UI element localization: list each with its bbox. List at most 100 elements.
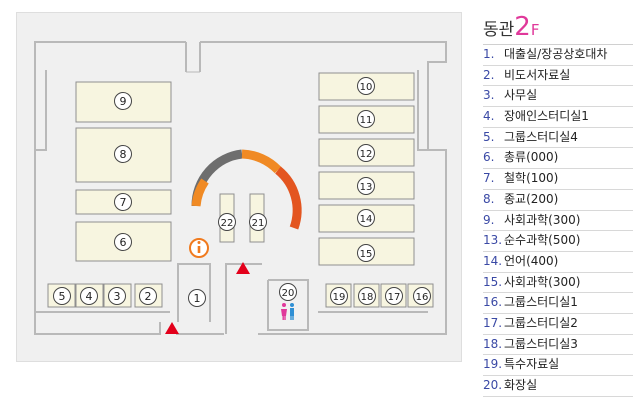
room-number: 6: [120, 236, 127, 249]
legend-number: 16.: [483, 295, 503, 310]
legend-item[interactable]: 8. 종교(200): [483, 190, 633, 211]
legend-label: 언어(400): [504, 253, 559, 268]
legend-label: 사무실: [504, 88, 538, 103]
room-number: 5: [59, 290, 66, 303]
building-name: 동관: [483, 20, 515, 40]
room-number: 3: [114, 290, 121, 303]
entrance-triangle-icon: [165, 322, 179, 334]
room-18[interactable]: 18: [353, 283, 380, 308]
legend-label: 철학(100): [504, 171, 559, 186]
room-6[interactable]: 6: [75, 221, 172, 262]
room-number: 20: [282, 288, 295, 299]
room-9[interactable]: 9: [75, 81, 172, 123]
room-number: 2: [145, 290, 152, 303]
info-icon: [189, 238, 209, 258]
room-16[interactable]: 16: [407, 283, 434, 308]
legend-label: 그룹스터디실2: [504, 315, 578, 330]
room-21[interactable]: 21: [249, 193, 267, 243]
legend-number: 17.: [483, 315, 503, 330]
room-number: 21: [252, 218, 265, 229]
room-number: 18: [361, 292, 374, 303]
room-8[interactable]: 8: [75, 127, 172, 183]
wall-inner-left: [35, 70, 47, 151]
legend-label: 특수자료실: [504, 357, 560, 372]
legend-item[interactable]: 1. 대출실/장공상호대차: [483, 45, 633, 66]
legend-number: 20.: [483, 378, 503, 392]
room-11[interactable]: 11: [318, 105, 415, 134]
legend-item[interactable]: 5. 그룹스터디실4: [483, 128, 633, 149]
legend-number: 1.: [483, 47, 495, 61]
room-number: 19: [333, 292, 346, 303]
room-1[interactable]: 1: [188, 289, 206, 307]
room-number: 14: [360, 214, 373, 225]
legend-number: 18.: [483, 336, 503, 351]
legend-list: 1. 대출실/장공상호대차 2. 비도서자료실 3. 사무실 4. 장애인스터디실1 5…: [483, 44, 633, 397]
floor-number: 2: [514, 12, 531, 42]
room-14[interactable]: 14: [318, 204, 415, 233]
legend-number: 14.: [483, 253, 503, 268]
legend-number: 3.: [483, 88, 495, 103]
room-number: 13: [360, 182, 373, 193]
legend-label: 사회과학(300): [504, 274, 581, 289]
legend-label: 종교(200): [504, 191, 559, 206]
room-19[interactable]: 19: [325, 283, 352, 308]
legend-label: 그룹스터디실3: [504, 336, 578, 351]
legend-number: 7.: [483, 171, 495, 186]
legend-label: 비도서자료실: [504, 67, 571, 82]
floor-suffix: F: [530, 21, 540, 39]
room-17[interactable]: 17: [380, 283, 407, 308]
room-3[interactable]: 3: [103, 283, 132, 308]
legend-number: 6.: [483, 150, 495, 165]
legend-item[interactable]: 16. 그룹스터디실1: [483, 293, 633, 314]
legend-item[interactable]: 15. 사회과학(300): [483, 273, 633, 294]
legend-item[interactable]: 19. 특수자료실: [483, 355, 633, 376]
legend-title: 동관2F: [483, 10, 633, 44]
legend-item[interactable]: 13. 순수과학(500): [483, 231, 633, 252]
legend-item[interactable]: 18. 그룹스터디실3: [483, 335, 633, 356]
legend-item[interactable]: 4. 장애인스터디실1: [483, 107, 633, 128]
room-13[interactable]: 13: [318, 171, 415, 200]
room-number: 11: [360, 115, 373, 126]
room-22[interactable]: 22: [218, 193, 236, 243]
room-number: 12: [360, 149, 373, 160]
room-20[interactable]: 20: [279, 283, 297, 301]
restroom-icon: [281, 303, 294, 320]
legend-item[interactable]: 20. 화장실: [483, 376, 633, 397]
room-number: 16: [416, 292, 429, 303]
legend-number: 15.: [483, 274, 503, 289]
room-5[interactable]: 5: [47, 283, 76, 308]
legend-item[interactable]: 14. 언어(400): [483, 252, 633, 273]
arc-red-segment: [275, 166, 302, 230]
room-number: 22: [221, 218, 234, 229]
room-number: 8: [120, 148, 127, 161]
room-15[interactable]: 15: [318, 237, 415, 266]
legend-label: 순수과학(500): [504, 233, 581, 248]
legend-item[interactable]: 3. 사무실: [483, 86, 633, 108]
legend-label: 장애인스터디실1: [504, 109, 589, 124]
room-number: 7: [120, 196, 127, 209]
room-number: 17: [388, 292, 401, 303]
legend-number: 2.: [483, 67, 495, 82]
legend-label: 그룹스터디실4: [504, 129, 578, 144]
legend-item[interactable]: 6. 총류(000): [483, 148, 633, 170]
legend-number: 13.: [483, 233, 503, 248]
room-number: 9: [120, 95, 127, 108]
legend-item[interactable]: 9. 사회과학(300): [483, 211, 633, 232]
room-7[interactable]: 7: [75, 189, 172, 215]
legend-label: 화장실: [504, 378, 538, 392]
legend-item[interactable]: 17. 그룹스터디실2: [483, 314, 633, 335]
room-12[interactable]: 12: [318, 138, 415, 167]
legend-number: 8.: [483, 191, 495, 206]
legend-item[interactable]: 2. 비도서자료실: [483, 66, 633, 87]
room-4[interactable]: 4: [75, 283, 104, 308]
room-number: 10: [360, 82, 373, 93]
legend-label: 대출실/장공상호대차: [504, 47, 608, 61]
room-legend: 동관2F 1. 대출실/장공상호대차 2. 비도서자료실 3. 사무실 4. 장애인스터…: [483, 10, 633, 397]
legend-label: 사회과학(300): [504, 212, 581, 227]
room-number: 1: [194, 292, 201, 305]
room-2[interactable]: 2: [134, 283, 163, 308]
room-10[interactable]: 10: [318, 72, 415, 101]
legend-item[interactable]: 7. 철학(100): [483, 169, 633, 190]
legend-number: 9.: [483, 212, 495, 227]
legend-number: 19.: [483, 357, 503, 372]
